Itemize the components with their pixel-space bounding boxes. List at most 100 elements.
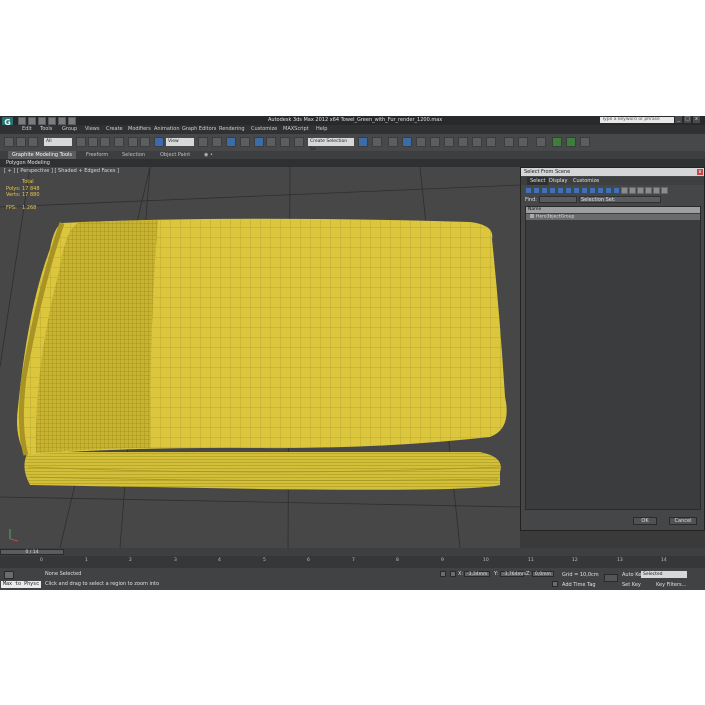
time-slider[interactable]: 0 / 14 bbox=[0, 549, 64, 555]
container-icon[interactable] bbox=[504, 137, 514, 147]
y-coord-field[interactable]: -3,764mm bbox=[500, 571, 526, 577]
snaps-toggle-icon[interactable] bbox=[240, 137, 250, 147]
display-xrefs-icon[interactable] bbox=[581, 187, 588, 194]
select-none-icon[interactable] bbox=[653, 187, 660, 194]
scene-object-list[interactable]: Name Hero3bjectGroup bbox=[525, 206, 701, 510]
minimize-button[interactable]: _ bbox=[675, 116, 682, 123]
project-folder-icon[interactable] bbox=[68, 117, 76, 125]
spinner-snap-icon[interactable] bbox=[280, 137, 290, 147]
display-groups-icon[interactable] bbox=[573, 187, 580, 194]
menu-help[interactable]: Help bbox=[316, 126, 327, 132]
key-filters-button[interactable]: Key Filters... bbox=[656, 582, 686, 588]
menu-views[interactable]: Views bbox=[85, 126, 99, 132]
menu-maxscript[interactable]: MAXScript bbox=[283, 126, 309, 132]
align-icon[interactable] bbox=[372, 137, 382, 147]
angle-snap-icon[interactable] bbox=[254, 137, 264, 147]
mini-listener-icon[interactable] bbox=[4, 571, 14, 579]
dialog-close-button[interactable]: x bbox=[697, 169, 703, 175]
curve-editor-icon[interactable] bbox=[416, 137, 426, 147]
open-file-icon[interactable] bbox=[28, 117, 36, 125]
tab-selection[interactable]: Selection bbox=[122, 152, 145, 158]
ok-button[interactable]: OK bbox=[633, 517, 657, 525]
window-crossing-icon[interactable] bbox=[114, 137, 124, 147]
display-cameras-icon[interactable] bbox=[549, 187, 556, 194]
dialog-tab-select[interactable]: Select bbox=[527, 177, 549, 185]
maximize-button[interactable]: □ bbox=[684, 116, 691, 123]
link-icon[interactable] bbox=[4, 137, 14, 147]
edit-named-selection-icon[interactable] bbox=[294, 137, 304, 147]
render-production-icon[interactable] bbox=[486, 137, 496, 147]
hide-icon[interactable] bbox=[566, 137, 576, 147]
mirror-icon[interactable] bbox=[358, 137, 368, 147]
display-lights-icon[interactable] bbox=[541, 187, 548, 194]
tab-graphite-modeling-tools[interactable]: Graphite Modeling Tools bbox=[8, 151, 77, 159]
ribbon-options-icon[interactable]: ◉ • bbox=[204, 152, 213, 158]
z-coord-field[interactable]: 0,0mm bbox=[532, 571, 554, 577]
menu-create[interactable]: Create bbox=[106, 126, 123, 132]
polygon-modeling-label[interactable]: Polygon Modeling bbox=[6, 160, 50, 166]
menu-tools[interactable]: Tools bbox=[40, 126, 52, 132]
selection-filter-dropdown[interactable]: All bbox=[44, 138, 72, 146]
invert-display-icon[interactable] bbox=[637, 187, 644, 194]
graphite-tools-icon[interactable] bbox=[402, 137, 412, 147]
display-containers-icon[interactable] bbox=[597, 187, 604, 194]
reference-coord-dropdown[interactable]: View bbox=[166, 138, 194, 146]
x-coord-field[interactable]: -3,34mm bbox=[464, 571, 490, 577]
material-editor-icon[interactable] bbox=[444, 137, 454, 147]
display-none-icon[interactable] bbox=[629, 187, 636, 194]
unlink-icon[interactable] bbox=[16, 137, 26, 147]
render-setup-icon[interactable] bbox=[458, 137, 468, 147]
display-bones-icon[interactable] bbox=[589, 187, 596, 194]
bind-spacewarp-icon[interactable] bbox=[28, 137, 38, 147]
undo-icon[interactable] bbox=[48, 117, 56, 125]
select-all-icon[interactable] bbox=[645, 187, 652, 194]
select-object-icon[interactable] bbox=[76, 137, 86, 147]
freeze-icon[interactable] bbox=[580, 137, 590, 147]
pivot-center-icon[interactable] bbox=[198, 137, 208, 147]
display-frozen-icon[interactable] bbox=[605, 187, 612, 194]
display-all-icon[interactable] bbox=[621, 187, 628, 194]
redo-icon[interactable] bbox=[58, 117, 66, 125]
filter-icon[interactable] bbox=[661, 187, 668, 194]
percent-snap-icon[interactable] bbox=[266, 137, 276, 147]
display-spacewarps-icon[interactable] bbox=[565, 187, 572, 194]
display-geometry-icon[interactable] bbox=[525, 187, 532, 194]
rendered-frame-icon[interactable] bbox=[472, 137, 482, 147]
select-manipulate-icon[interactable] bbox=[212, 137, 222, 147]
schematic-view-icon[interactable] bbox=[430, 137, 440, 147]
maxscript-listener[interactable]: Max to Physc bbox=[1, 581, 41, 588]
menu-animation[interactable]: Animation bbox=[154, 126, 180, 132]
time-tag-icon[interactable] bbox=[552, 581, 558, 587]
tab-object-paint[interactable]: Object Paint bbox=[160, 152, 190, 158]
dialog-tab-customize[interactable]: Customize bbox=[573, 178, 599, 184]
towel-model[interactable] bbox=[17, 218, 507, 490]
column-header-name[interactable]: Name bbox=[526, 207, 700, 213]
save-file-icon[interactable] bbox=[38, 117, 46, 125]
move-icon[interactable] bbox=[128, 137, 138, 147]
list-item[interactable]: Hero3bjectGroup bbox=[526, 214, 700, 220]
display-shapes-icon[interactable] bbox=[533, 187, 540, 194]
display-helpers-icon[interactable] bbox=[557, 187, 564, 194]
rotate-icon[interactable] bbox=[140, 137, 150, 147]
menu-rendering[interactable]: Rendering bbox=[219, 126, 245, 132]
viewport-layout-icon[interactable] bbox=[536, 137, 546, 147]
close-button[interactable]: x bbox=[693, 116, 700, 123]
tab-freeform[interactable]: Freeform bbox=[86, 152, 108, 158]
isolate-icon[interactable] bbox=[552, 137, 562, 147]
set-key-icon[interactable] bbox=[604, 574, 618, 582]
add-time-tag[interactable]: Add Time Tag bbox=[562, 582, 596, 588]
timeline-ruler[interactable]: 0 1 2 3 4 5 6 7 8 9 10 11 12 13 14 bbox=[0, 556, 705, 568]
new-file-icon[interactable] bbox=[18, 117, 26, 125]
named-selection-dropdown[interactable]: Create Selection Se bbox=[308, 138, 354, 152]
layer-manager-icon[interactable] bbox=[388, 137, 398, 147]
display-hidden-icon[interactable] bbox=[613, 187, 620, 194]
menu-edit[interactable]: Edit bbox=[22, 126, 32, 132]
perspective-viewport[interactable]: [ + ] [ Perspective ] [ Shaded + Edged F… bbox=[0, 167, 520, 548]
rectangular-selection-icon[interactable] bbox=[100, 137, 110, 147]
keyboard-shortcut-override-icon[interactable] bbox=[226, 137, 236, 147]
absolute-mode-icon[interactable] bbox=[450, 571, 456, 577]
menu-graph-editors[interactable]: Graph Editors bbox=[182, 126, 216, 132]
key-mode-dropdown[interactable]: Selected bbox=[641, 571, 687, 578]
menu-customize[interactable]: Customize bbox=[251, 126, 277, 132]
viewport-label[interactable]: [ + ] [ Perspective ] [ Shaded + Edged F… bbox=[4, 168, 119, 174]
